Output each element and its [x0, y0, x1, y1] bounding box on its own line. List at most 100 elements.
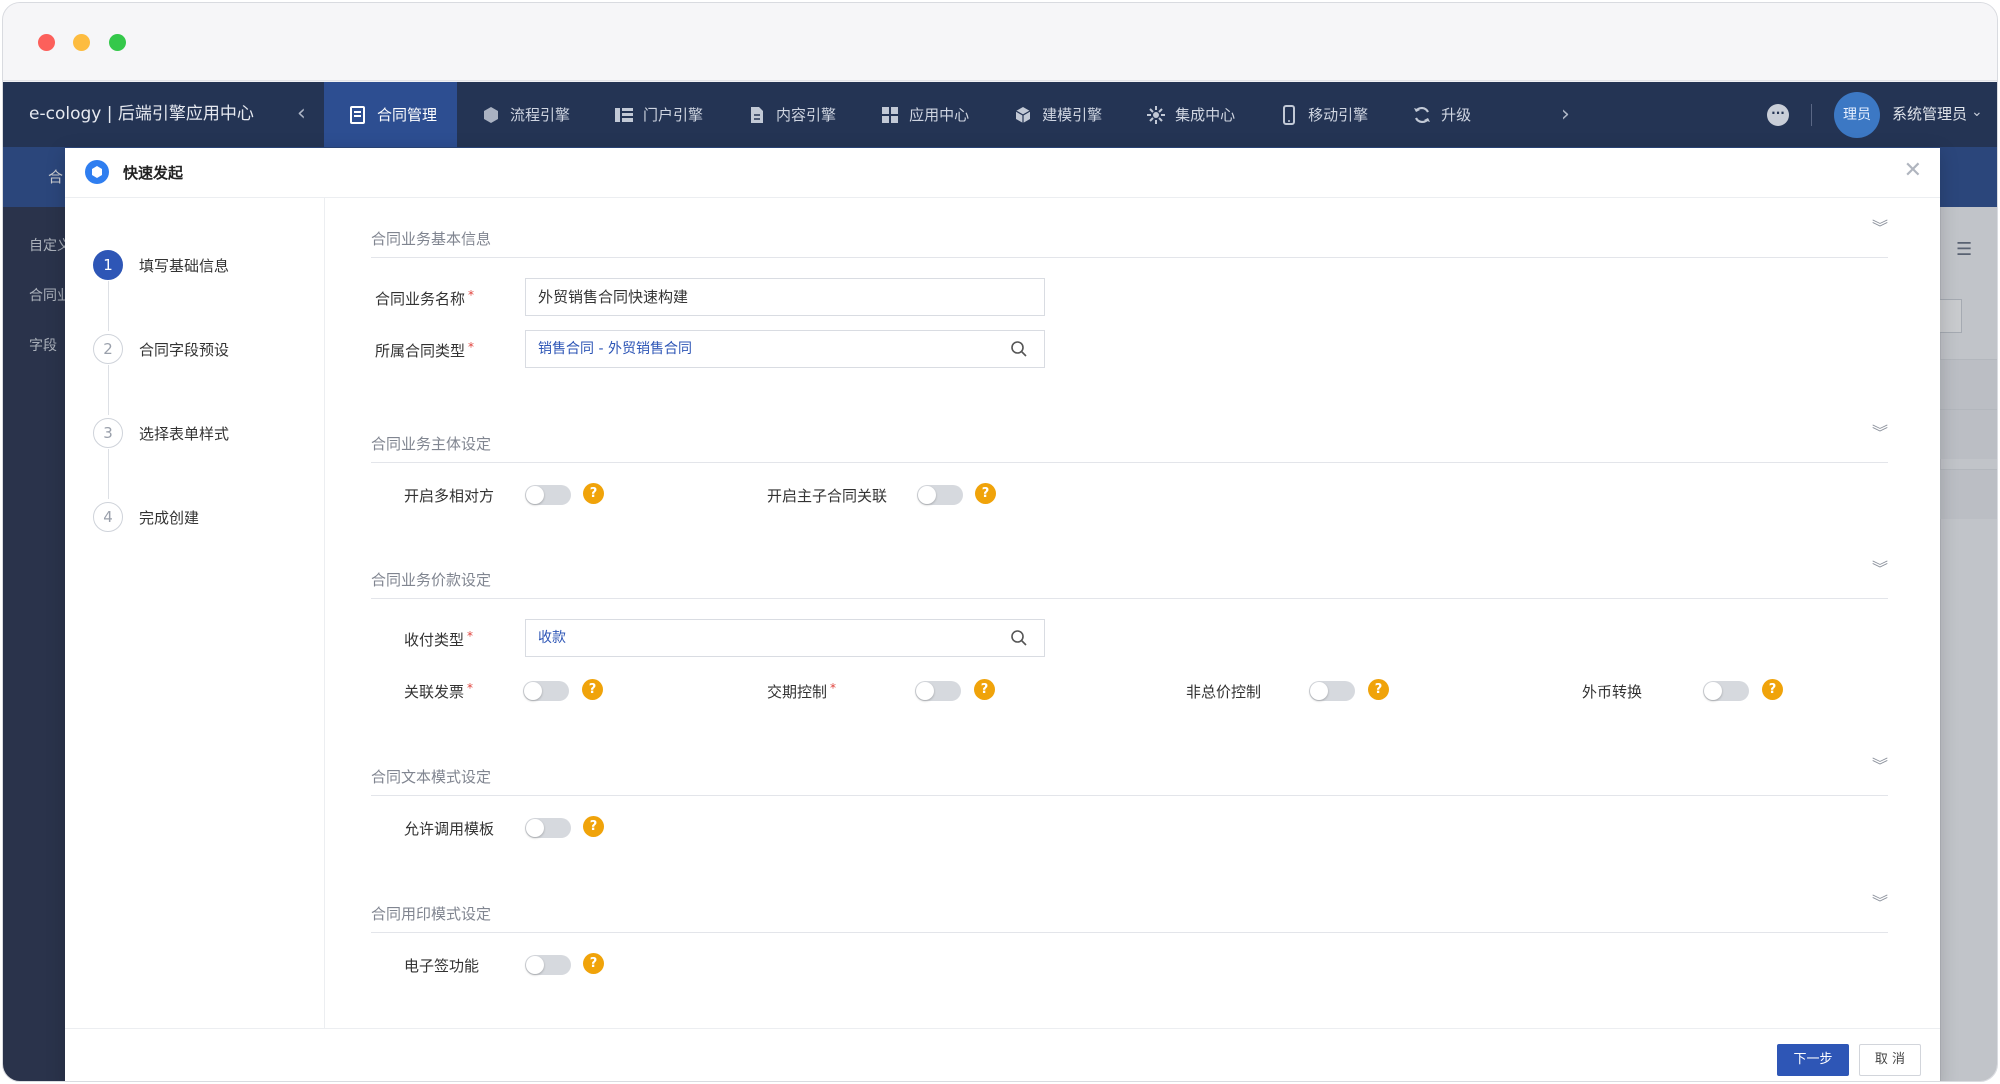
contract-type-value: 销售合同 - 外贸销售合同 [538, 341, 692, 357]
section-basic-header[interactable]: 合同业务基本信息 ︾ [371, 220, 1888, 258]
section-text-header[interactable]: 合同文本模式设定 ︾ [371, 758, 1888, 796]
section-seal-header[interactable]: 合同用印模式设定 ︾ [371, 895, 1888, 933]
nav-tab-label: 流程引擎 [510, 106, 571, 124]
template-toggle[interactable] [525, 818, 571, 838]
fx-toggle[interactable] [1703, 681, 1749, 701]
maximize-window-button[interactable] [109, 34, 126, 51]
nav-tab-apps[interactable]: 应用中心 [856, 82, 989, 147]
step-number: 1 [93, 250, 123, 280]
nav-tab-portal[interactable]: 门户引擎 [590, 82, 723, 147]
esign-toggle[interactable] [525, 955, 571, 975]
help-icon[interactable]: ? [583, 953, 604, 974]
section-subject-header[interactable]: 合同业务主体设定 ︾ [371, 425, 1888, 463]
invoice-toggle[interactable] [523, 681, 569, 701]
help-icon[interactable]: ? [974, 679, 995, 700]
collapse-chevron-icon[interactable]: ︾ [1872, 425, 1888, 441]
nav-tab-label: 集成中心 [1175, 106, 1236, 124]
section-title: 合同业务价款设定 [371, 571, 492, 589]
esign-label: 电子签功能 [404, 957, 480, 975]
step-number: 4 [93, 502, 123, 532]
nav-tab-upgrade[interactable]: 升级 [1388, 82, 1491, 147]
close-icon[interactable]: ✕ [1904, 160, 1922, 182]
collapse-chevron-icon[interactable]: ︾ [1872, 758, 1888, 774]
user-name[interactable]: 系统管理员 [1892, 82, 1967, 147]
app-brand: e-cology | 后端引擎应用中心 [29, 104, 254, 124]
step-label: 填写基础信息 [139, 256, 230, 275]
nav-tab-mobile[interactable]: 移动引擎 [1255, 82, 1388, 147]
search-icon[interactable] [1010, 629, 1028, 647]
multi-party-toggle[interactable] [525, 485, 571, 505]
nav-prev-arrow-icon[interactable]: ‹ [297, 103, 317, 125]
section-title: 合同业务基本信息 [371, 230, 492, 248]
contract-name-input[interactable]: 外贸销售合同快速构建 [525, 278, 1045, 316]
nav-tab-contract[interactable]: 合同管理 [324, 82, 458, 147]
nav-tab-label: 内容引擎 [776, 106, 837, 124]
search-icon[interactable] [1010, 340, 1028, 358]
help-icon[interactable]: ? [583, 483, 604, 504]
step-3[interactable]: 3 选择表单样式 [93, 417, 229, 449]
nav-next-arrow-icon[interactable]: › [1561, 102, 1570, 127]
label-text: 交期控制 [767, 683, 828, 701]
required-mark: * [830, 681, 837, 695]
step-connector [108, 281, 109, 331]
required-mark: * [468, 340, 475, 354]
delivery-toggle[interactable] [915, 681, 961, 701]
step-label: 选择表单样式 [139, 424, 230, 443]
pay-type-input[interactable]: 收款 [525, 619, 1045, 657]
contract-icon [348, 105, 368, 125]
collapse-chevron-icon[interactable]: ︾ [1872, 895, 1888, 911]
dialog-title: 快速发起 [123, 164, 184, 182]
invoice-label: 关联发票 * [404, 681, 473, 702]
nav-tab-workflow[interactable]: 流程引擎 [457, 82, 590, 147]
step-2[interactable]: 2 合同字段预设 [93, 333, 229, 365]
label-text: 收付类型 [404, 631, 465, 649]
chevron-down-icon[interactable]: ⌄ [1971, 104, 1983, 120]
collapse-chevron-icon[interactable]: ︾ [1872, 561, 1888, 577]
help-icon[interactable]: ? [1368, 679, 1389, 700]
step-list: 1 填写基础信息 2 合同字段预设 3 选择表单样式 4 完成创建 [65, 198, 325, 1028]
fx-label: 外币转换 [1582, 683, 1643, 701]
integration-icon [1146, 105, 1166, 125]
refresh-icon [1412, 105, 1432, 125]
step-number: 2 [93, 334, 123, 364]
sub-contract-toggle[interactable] [917, 485, 963, 505]
help-icon[interactable]: ? [582, 679, 603, 700]
quick-launch-dialog: 快速发起 ✕ 1 填写基础信息 2 合同字段预设 3 选择表单样式 4 完成创建 [65, 148, 1940, 1081]
required-mark: * [467, 629, 474, 643]
quick-launch-icon [85, 160, 109, 184]
apps-icon [880, 105, 900, 125]
more-icon[interactable]: ··· [1767, 104, 1789, 126]
non-total-toggle[interactable] [1309, 681, 1355, 701]
step-connector [108, 365, 109, 415]
section-title: 合同业务主体设定 [371, 435, 492, 453]
multi-party-label: 开启多相对方 [404, 487, 495, 505]
dialog-footer: 下一步 取 消 [65, 1028, 1940, 1081]
dialog-header: 快速发起 ✕ [65, 148, 1940, 198]
step-4[interactable]: 4 完成创建 [93, 501, 199, 533]
section-title: 合同文本模式设定 [371, 768, 492, 786]
avatar[interactable]: 理员 [1834, 92, 1880, 138]
nav-tab-content[interactable]: 内容引擎 [723, 82, 856, 147]
next-step-button[interactable]: 下一步 [1777, 1044, 1849, 1076]
section-price-header[interactable]: 合同业务价款设定 ︾ [371, 561, 1888, 599]
step-label: 完成创建 [139, 508, 200, 527]
step-label: 合同字段预设 [139, 340, 230, 359]
document-icon [747, 105, 767, 125]
step-1[interactable]: 1 填写基础信息 [93, 249, 229, 281]
help-icon[interactable]: ? [1762, 679, 1783, 700]
cancel-button[interactable]: 取 消 [1859, 1044, 1921, 1076]
contract-type-input[interactable]: 销售合同 - 外贸销售合同 [525, 330, 1045, 368]
template-label: 允许调用模板 [404, 820, 495, 838]
pay-type-value: 收款 [538, 630, 566, 646]
help-icon[interactable]: ? [583, 816, 604, 837]
close-window-button[interactable] [38, 34, 55, 51]
minimize-window-button[interactable] [73, 34, 90, 51]
non-total-label: 非总价控制 [1186, 683, 1262, 701]
collapse-chevron-icon[interactable]: ︾ [1872, 220, 1888, 236]
contract-type-label: 所属合同类型 * [375, 340, 474, 361]
cube-icon [1013, 105, 1033, 125]
nav-tab-modeling[interactable]: 建模引擎 [989, 82, 1122, 147]
help-icon[interactable]: ? [975, 483, 996, 504]
nav-tab-label: 门户引擎 [643, 106, 704, 124]
nav-tab-integration[interactable]: 集成中心 [1122, 82, 1255, 147]
